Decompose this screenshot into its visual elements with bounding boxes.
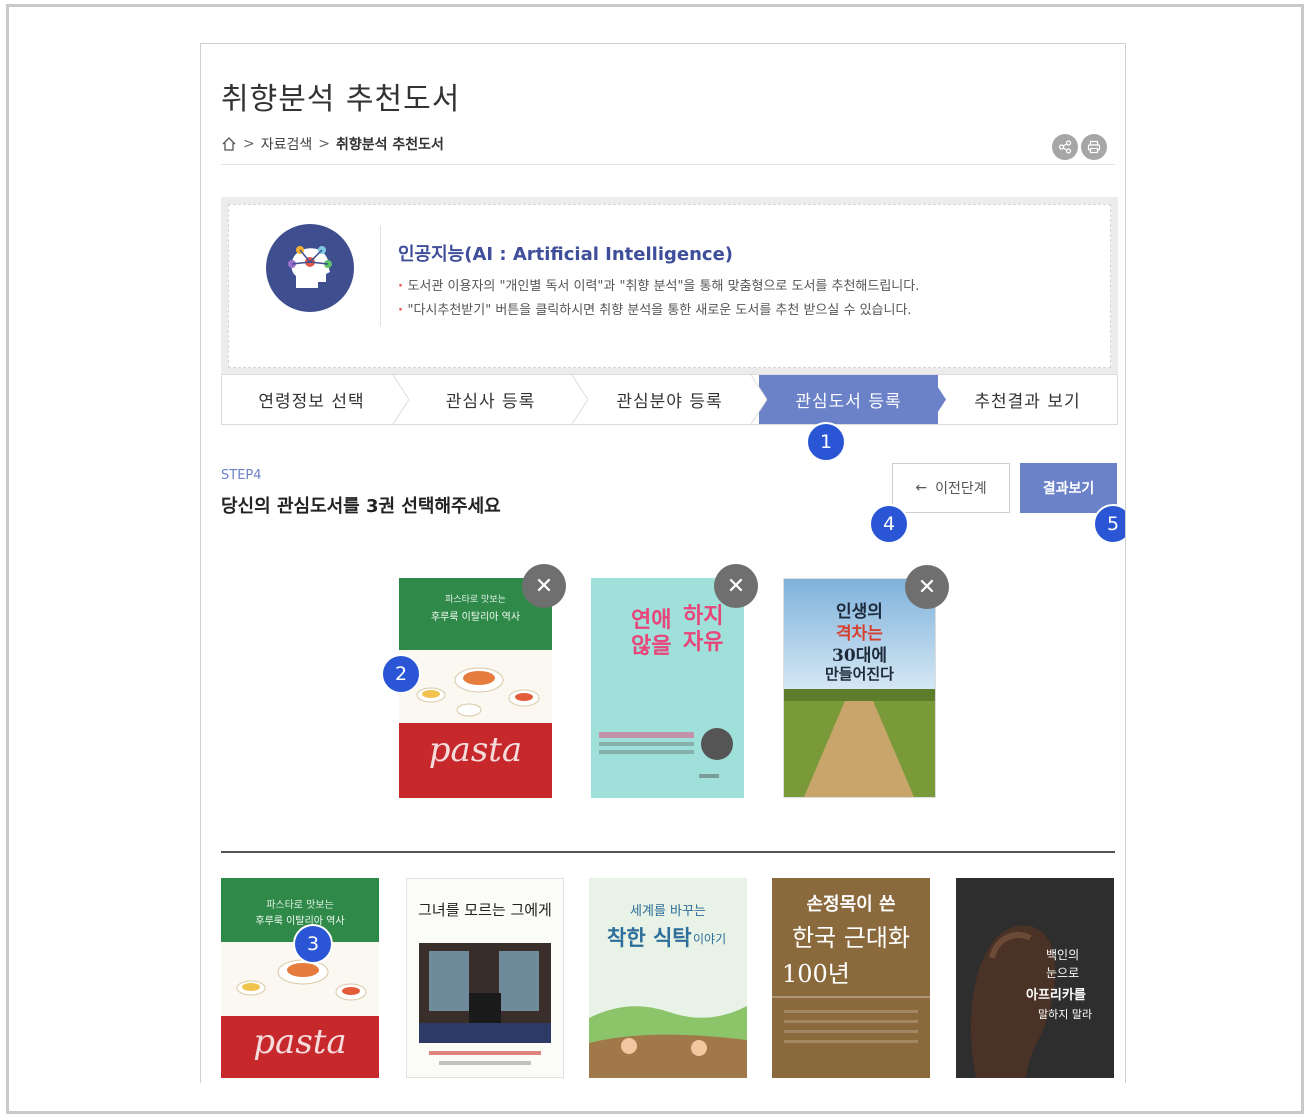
cover-text: 100년 [782,960,850,988]
cover-text: 이야기 [693,932,727,946]
cover-text: 착한 식탁 [607,925,692,950]
step-chevron [751,375,767,424]
remove-book-button[interactable]: ✕ [714,564,758,608]
breadcrumb: > 자료검색 > 취향분석 추천도서 [221,134,444,154]
cover-text: 눈으로 [1046,966,1080,980]
step-chevron [572,375,588,424]
book-list-item[interactable]: 그녀를 모르는 그에게 [406,878,564,1078]
step-label: 연령정보 선택 [258,392,365,412]
ai-description: 도서관 이용자의 "개인별 독서 이력"과 "취향 분석"을 통해 맞춤형으로 … [398,275,919,323]
share-button[interactable] [1052,134,1078,160]
cover-illustration [589,1006,747,1078]
content-panel: 취향분석 추천도서 > 자료검색 > 취향분석 추천도서 인공지능(AI: A… [200,43,1126,1083]
remove-book-button[interactable]: ✕ [905,565,949,609]
selected-book[interactable]: 인생의 격차는 30대에 만들어진다 ✕ [783,565,949,798]
step-question: 당신의 관심도서를 3권 선택해주세요 [221,496,501,517]
breadcrumb-item-search[interactable]: 자료검색 [261,134,313,154]
book-list-item[interactable]: 손정목이 쓴 한국 근대화 100년 [772,878,930,1078]
breadcrumb-separator: > [243,136,255,152]
cover-photo-graphic [419,943,551,1065]
step-interest[interactable]: 관심사 등록 [401,375,588,424]
step-chevron [393,375,409,424]
step-age[interactable]: 연령정보 선택 [222,375,409,424]
step-label: 관심분야 등록 [616,392,723,412]
cover-text: 말하지 말라 [1038,1008,1093,1021]
cover-portrait [956,878,1114,1078]
annotation-badge: 3 [293,924,333,964]
step-progress: 연령정보 선택 관심사 등록 관심분야 등록 관심도서 등록 추천결과 보기 [221,374,1118,425]
ai-divider [380,226,381,326]
share-icon [1058,140,1072,154]
cover-text: 후루룩 이탈리아 역사 [430,612,521,623]
breadcrumb-current: 취향분석 추천도서 [336,137,444,153]
step-result[interactable]: 추천결과 보기 [938,375,1117,424]
print-button[interactable] [1081,134,1107,160]
cover-text: 만들어진다 [824,665,894,683]
book-list-item[interactable]: 백인의 눈으로 아프리카를 말하지 말라 [956,878,1114,1078]
annotation-badge: 4 [869,504,909,544]
prev-step-label: 이전단계 [935,481,987,497]
step-label: 관심도서 등록 [795,392,902,412]
cover-texture [772,996,930,1043]
selected-book[interactable]: 연애 하지 않을 자유 ✕ [591,564,758,798]
step-field[interactable]: 관심분야 등록 [580,375,767,424]
selected-book[interactable]: 파스타로 맛보는 후루룩 이탈리아 역사 pasta ✕ [399,564,566,798]
cover-text: 않을 [631,633,672,659]
arrow-left-icon: ← [915,480,928,496]
cover-text: 자유 [683,629,724,655]
cover-field-graphic [784,689,935,797]
ai-description-line: 도서관 이용자의 "개인별 독서 이력"과 "취향 분석"을 통해 맞춤형으로 … [398,275,919,299]
cover-text: 파스타로 맛보는 [266,900,334,911]
ai-intro-box: 인공지능(AI : Artificial Intelligence) 도서관 이… [221,197,1118,375]
cover-script: pasta [428,730,523,770]
annotation-badge: 1 [806,422,846,462]
book-list-item[interactable]: 파스타로 맛보는 후루룩 이탈리아 역사 pasta [221,878,379,1078]
window-frame: 취향분석 추천도서 > 자료검색 > 취향분석 추천도서 인공지능(AI: A… [6,4,1304,1114]
remove-book-button[interactable]: ✕ [522,564,566,608]
cover-script: pasta [253,1022,347,1062]
ai-title: 인공지능(AI : Artificial Intelligence) [398,244,734,265]
book-list-item[interactable]: 세계를 바꾸는 착한 식탁 이야기 [589,878,747,1078]
step-label: 추천결과 보기 [974,392,1081,412]
breadcrumb-divider [221,164,1115,165]
breadcrumb-separator: > [318,136,330,152]
cover-text: 손정목이 쓴 [806,894,896,915]
section-divider [221,851,1115,853]
print-icon [1087,140,1101,154]
cover-text: 백인의 [1046,948,1080,962]
step-label: 관심사 등록 [445,392,536,412]
annotation-badge: 5 [1093,504,1125,544]
cover-illustration [399,650,552,723]
annotation-badge: 2 [381,654,421,694]
home-icon[interactable] [221,136,237,152]
step-books[interactable]: 관심도서 등록 [759,375,946,424]
step-chevron [930,375,946,424]
cover-text: 아프리카를 [1026,988,1086,1003]
prev-step-button[interactable]: ← 이전단계 [892,463,1010,513]
cover-text: 한국 근대화 [791,924,911,952]
cover-footer-graphic [599,728,733,778]
ai-head-icon [266,224,354,312]
page-title: 취향분석 추천도서 [221,82,461,117]
cover-text: 그녀를 모르는 그에게 [418,901,552,919]
step-number: STEP4 [221,468,262,483]
ai-description-line: "다시추천받기" 버튼을 클릭하시면 취향 분석을 통한 새로운 도서를 추천 … [398,299,919,323]
cover-text: 후루룩 이탈리아 역사 [255,916,345,927]
cover-text: 세계를 바꾸는 [630,904,706,919]
